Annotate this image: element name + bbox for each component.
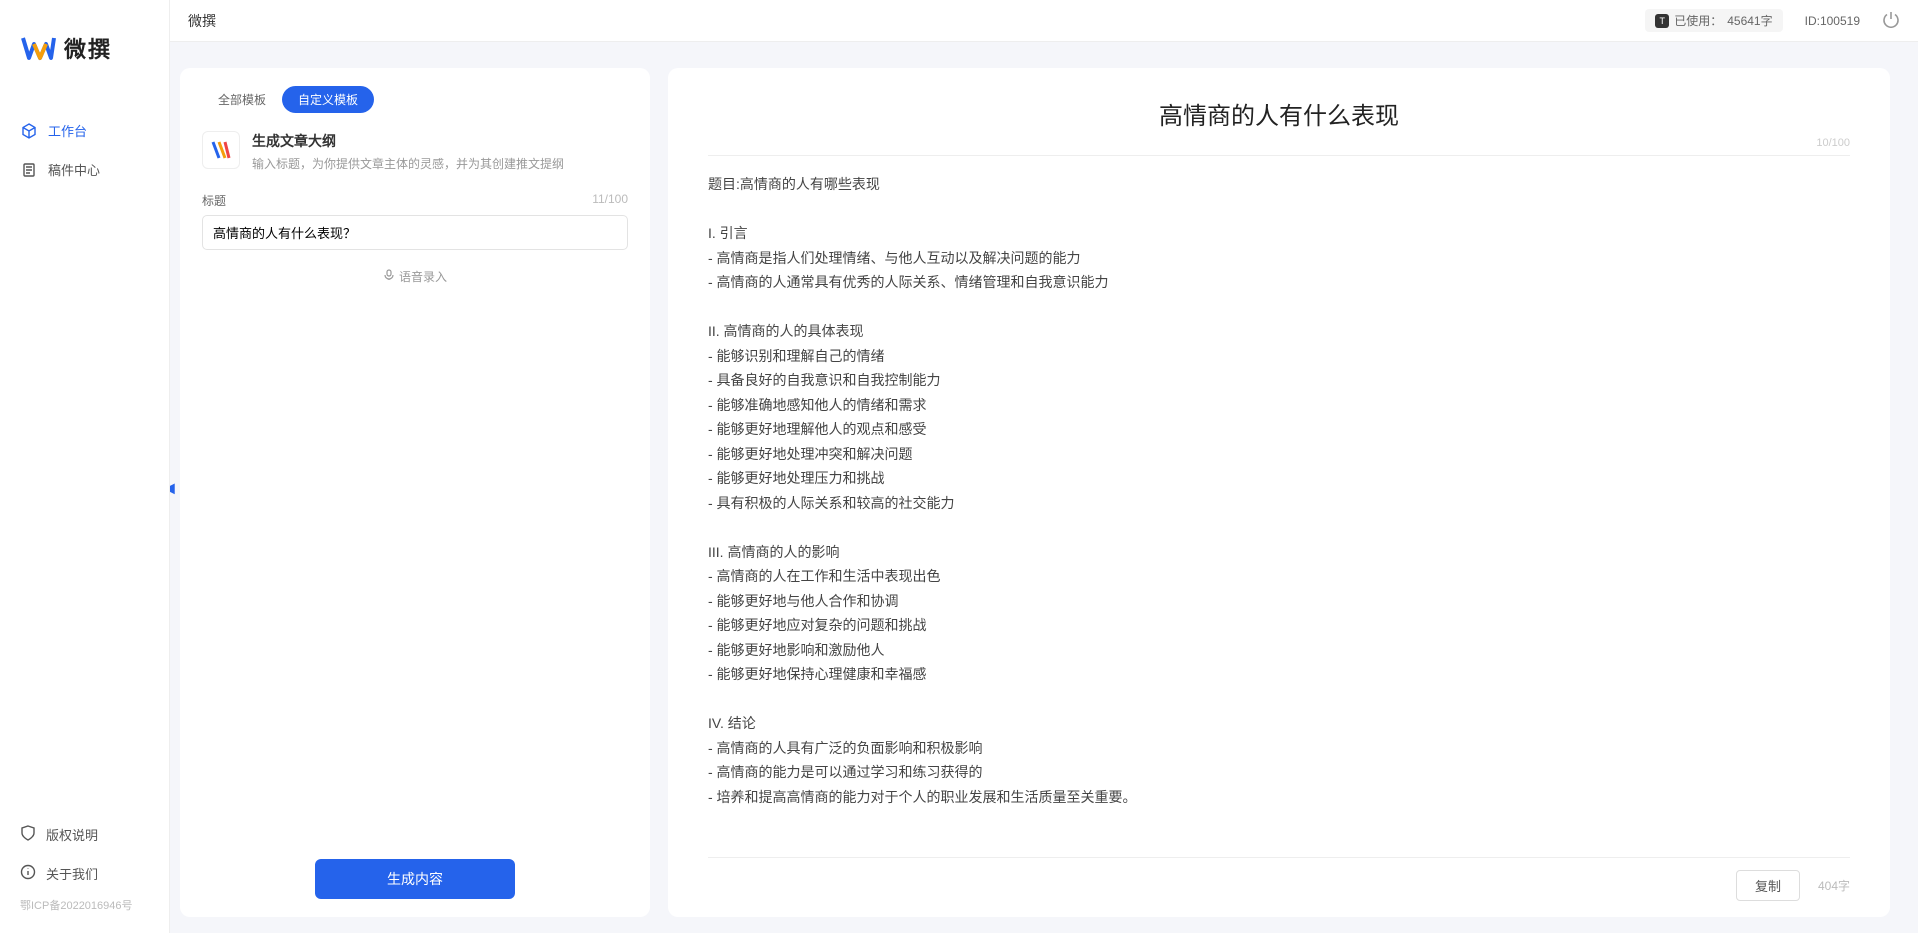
collapse-handle[interactable]: ◀ [170, 479, 175, 496]
output-title-counter: 10/100 [708, 137, 1850, 156]
nav-workspace-label: 工作台 [48, 121, 87, 140]
usage-label: 已使用： [1674, 12, 1722, 29]
nav-copyright-label: 版权说明 [46, 825, 98, 844]
usage-value: 45641字 [1727, 12, 1772, 29]
input-panel: 全部模板 自定义模板 生成文章大纲 输入标题，为你提供文章主体的灵感，并为其创建… [180, 68, 650, 917]
logo: 微撰 [0, 0, 169, 86]
info-icon [20, 864, 36, 883]
topbar: 微撰 T 已使用： 45641字 ID:100519 [170, 0, 1918, 42]
usage-badge[interactable]: T 已使用： 45641字 [1645, 9, 1782, 32]
shield-icon [20, 825, 36, 844]
template-desc: 输入标题，为你提供文章主体的灵感，并为其创建推文提纲 [252, 155, 564, 172]
output-body: 题目:高情商的人有哪些表现 I. 引言 - 高情商是指人们处理情绪、与他人互动以… [708, 172, 1850, 809]
nav-copyright[interactable]: 版权说明 [0, 815, 169, 854]
power-icon[interactable] [1882, 10, 1900, 31]
brand-name: 微撰 [64, 32, 112, 64]
sidebar: 微撰 工作台 稿件中心 版权说明 关于我们 鄂ICP备2022016946号 [0, 0, 170, 933]
page-title: 微撰 [188, 11, 216, 31]
title-label: 标题 [202, 192, 226, 209]
title-input[interactable] [202, 215, 628, 250]
nav-workspace[interactable]: 工作台 [0, 111, 169, 150]
output-title: 高情商的人有什么表现 [708, 96, 1850, 131]
nav: 工作台 稿件中心 [0, 86, 169, 815]
nav-about[interactable]: 关于我们 [0, 854, 169, 893]
nav-drafts[interactable]: 稿件中心 [0, 150, 169, 189]
output-panel: 高情商的人有什么表现 10/100 题目:高情商的人有哪些表现 I. 引言 - … [668, 68, 1890, 917]
icp-text: 鄂ICP备2022016946号 [0, 893, 169, 923]
title-char-counter: 11/100 [592, 192, 628, 209]
template-card: 生成文章大纲 输入标题，为你提供文章主体的灵感，并为其创建推文提纲 [202, 131, 628, 172]
cube-icon [20, 122, 38, 140]
tab-all-templates[interactable]: 全部模板 [202, 86, 282, 113]
text-icon: T [1655, 14, 1669, 28]
tab-custom-templates[interactable]: 自定义模板 [282, 86, 374, 113]
sidebar-footer: 版权说明 关于我们 鄂ICP备2022016946号 [0, 815, 169, 933]
template-tabs: 全部模板 自定义模板 [202, 86, 628, 113]
user-id: ID:100519 [1805, 14, 1860, 28]
voice-input-label: 语音录入 [399, 268, 447, 285]
nav-drafts-label: 稿件中心 [48, 160, 100, 179]
mic-icon [383, 269, 395, 284]
voice-input-button[interactable]: 语音录入 [202, 268, 628, 285]
template-icon [202, 131, 240, 169]
nav-about-label: 关于我们 [46, 864, 98, 883]
generate-button[interactable]: 生成内容 [315, 859, 515, 899]
word-count: 404字 [1818, 877, 1850, 894]
template-title: 生成文章大纲 [252, 131, 564, 151]
document-icon [20, 161, 38, 179]
logo-icon [20, 30, 56, 66]
copy-button[interactable]: 复制 [1736, 870, 1800, 901]
